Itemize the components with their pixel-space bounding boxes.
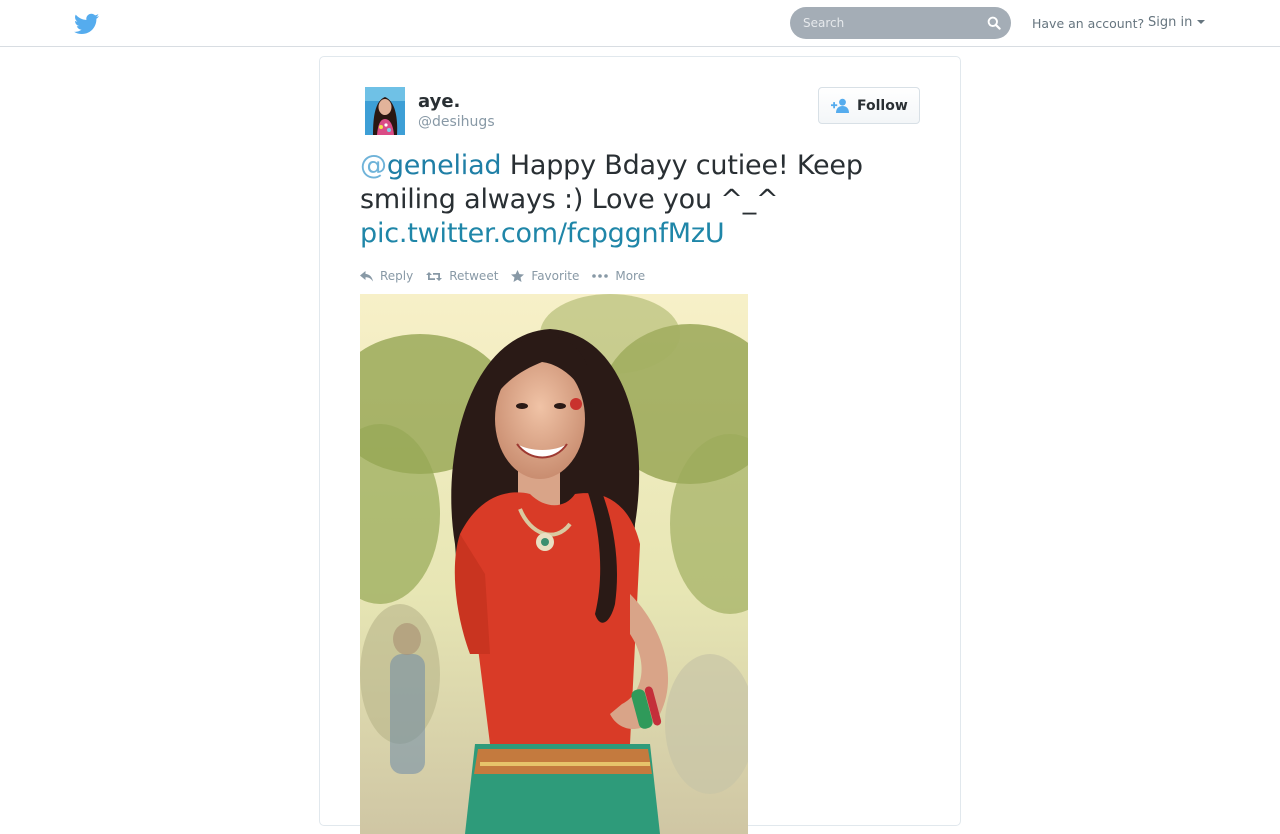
retweet-label: Retweet: [449, 269, 499, 283]
follow-user-icon: [831, 98, 849, 113]
tweet-photo-image: [360, 294, 748, 834]
favorite-label: Favorite: [531, 269, 580, 283]
search-icon[interactable]: [987, 16, 1001, 30]
signin-label: Sign in: [1148, 15, 1193, 30]
mention-username: geneliad: [386, 150, 502, 181]
twitter-bird-icon[interactable]: [74, 13, 99, 35]
caret-down-icon: [1197, 20, 1206, 24]
have-account-text: Have an account?: [1032, 16, 1145, 31]
mention-at-symbol: @: [360, 150, 387, 181]
more-label: More: [615, 269, 646, 283]
follow-label: Follow: [857, 98, 908, 114]
top-bar: Have an account? Sign in: [0, 0, 1280, 47]
reply-button[interactable]: Reply: [360, 269, 413, 283]
reply-label: Reply: [380, 269, 414, 283]
display-name[interactable]: aye.: [418, 91, 460, 112]
tweet-text: @geneliad Happy Bdayy cutiee! Keep smili…: [360, 149, 930, 251]
mention-link[interactable]: @geneliad: [360, 150, 502, 181]
retweet-button[interactable]: Retweet: [426, 269, 498, 283]
tweet-actions: Reply Retweet Favorite More: [360, 267, 658, 285]
reply-icon: [360, 270, 373, 281]
username[interactable]: @desihugs: [418, 114, 495, 130]
avatar[interactable]: [365, 87, 405, 135]
more-button[interactable]: More: [592, 269, 645, 283]
tweet-photo[interactable]: [360, 294, 748, 834]
avatar-image: [365, 87, 405, 135]
follow-button[interactable]: Follow: [818, 87, 920, 124]
search-input[interactable]: [790, 7, 1011, 39]
favorite-button[interactable]: Favorite: [511, 269, 579, 283]
signin-dropdown[interactable]: Sign in: [1148, 15, 1206, 30]
tweet-card: aye. @desihugs Follow @geneliad Happy Bd…: [319, 56, 961, 834]
retweet-icon: [426, 271, 443, 281]
pic-link[interactable]: pic.twitter.com/fcpggnfMzU: [360, 218, 725, 249]
more-dots-icon: [592, 274, 609, 278]
star-icon: [511, 270, 525, 282]
search-box: [790, 7, 1011, 39]
